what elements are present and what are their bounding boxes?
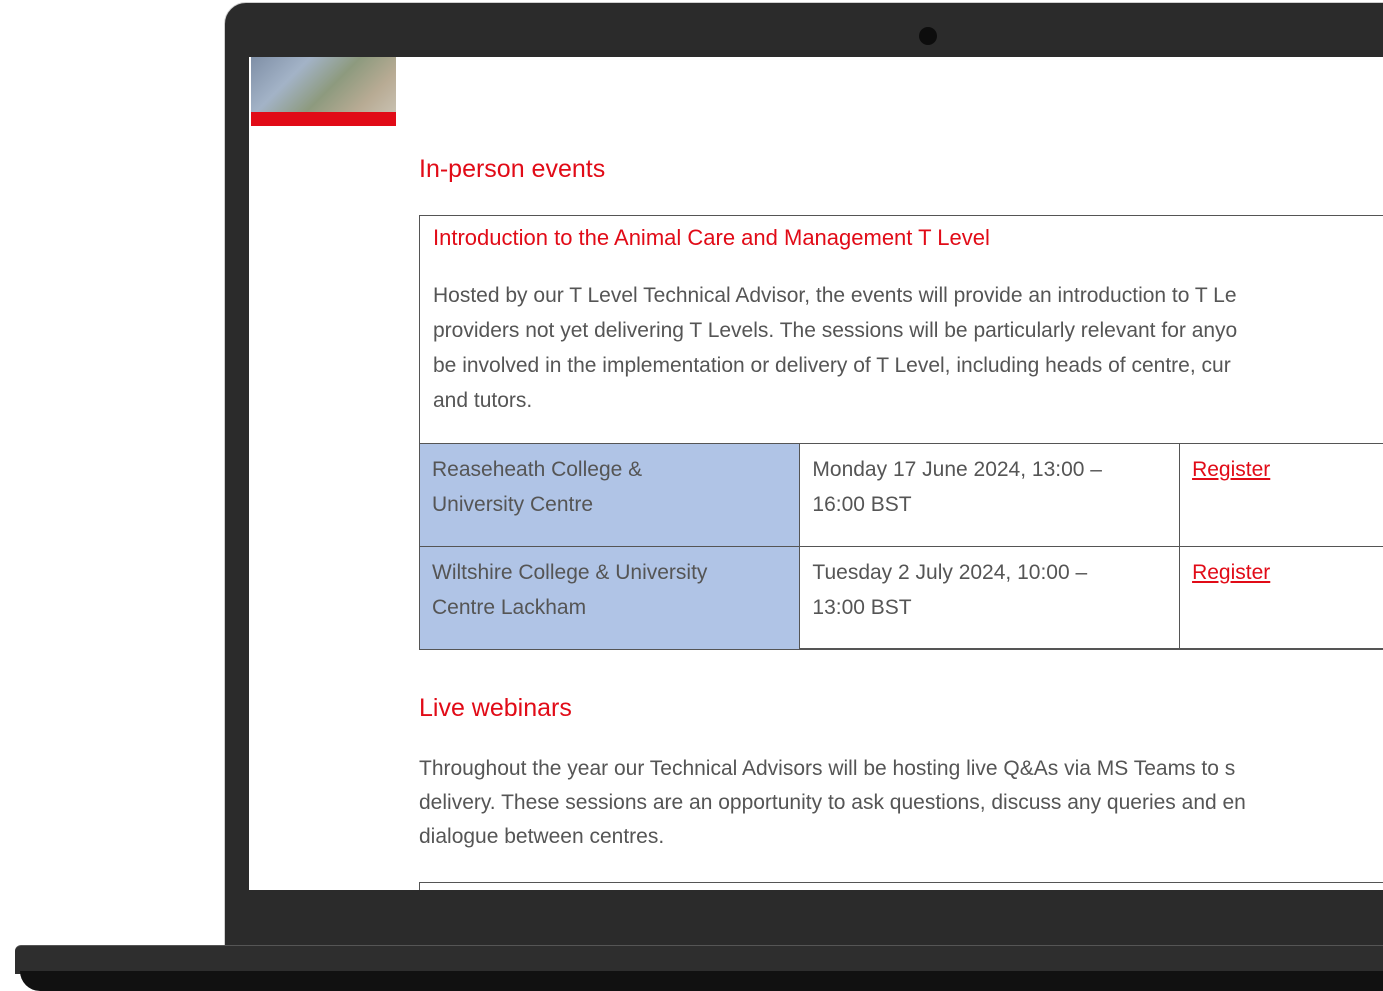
date-line: Monday 17 June 2024, 13:00 – [812,458,1102,481]
hero-accent-bar [251,112,396,126]
live-webinars-heading: Live webinars [419,694,572,723]
events-table: Reaseheath College & University Centre M… [419,443,1383,650]
venue-line: University Centre [432,493,593,516]
webinars-intro-line: dialogue between centres. [419,825,664,848]
in-person-events-heading: In-person events [419,155,605,184]
venue-line: Centre Lackham [432,596,586,619]
table-row: Wiltshire College & University Centre La… [420,547,1383,650]
date-cell: Monday 17 June 2024, 13:00 – 16:00 BST [800,444,1180,547]
register-cell: Register [1180,547,1383,650]
event-description-line: and tutors. [433,389,532,412]
laptop-base [15,945,1383,974]
table-row: Reaseheath College & University Centre M… [420,444,1383,547]
register-link[interactable]: Register [1192,458,1270,481]
event-description-line: be involved in the implementation or del… [433,354,1231,377]
webinars-intro: Throughout the year our Technical Adviso… [419,752,1383,854]
date-line: 13:00 BST [812,596,911,619]
event-title: Introduction to the Animal Care and Mana… [433,225,990,251]
webinars-intro-line: Throughout the year our Technical Adviso… [419,757,1235,780]
event-description-line: providers not yet delivering T Levels. T… [433,319,1237,342]
laptop-base-edge [20,971,1383,991]
webinars-intro-line: delivery. These sessions are an opportun… [419,791,1246,814]
register-link[interactable]: Register [1192,561,1270,584]
venue-line: Wiltshire College & University [432,561,707,584]
event-description: Hosted by our T Level Technical Advisor,… [433,278,1383,418]
browser-screen: In-person events Introduction to the Ani… [249,57,1383,890]
webinars-table-edge [419,882,1383,890]
event-description-line: Hosted by our T Level Technical Advisor,… [433,284,1237,307]
date-line: Tuesday 2 July 2024, 10:00 – [812,561,1087,584]
hero-image [251,57,396,112]
event-card: Introduction to the Animal Care and Mana… [419,215,1383,649]
webcam-icon [919,27,937,45]
date-line: 16:00 BST [812,493,911,516]
venue-cell: Wiltshire College & University Centre La… [420,547,800,650]
date-cell: Tuesday 2 July 2024, 10:00 – 13:00 BST [800,547,1180,650]
venue-cell: Reaseheath College & University Centre [420,444,800,547]
register-cell: Register [1180,444,1383,547]
venue-line: Reaseheath College & [432,458,642,481]
